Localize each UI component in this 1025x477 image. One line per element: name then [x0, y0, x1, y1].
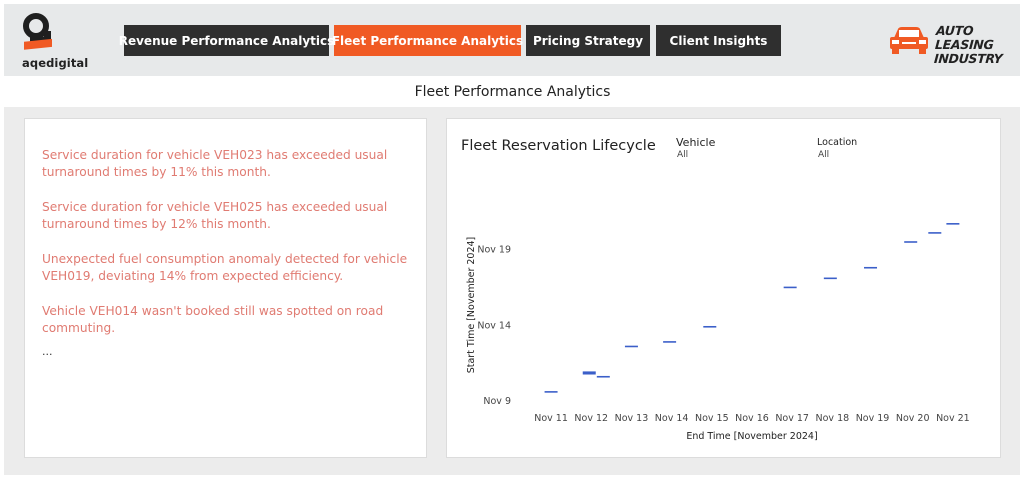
insight-item: Service duration for vehicle VEH023 has …: [42, 148, 388, 179]
x-tick-label: Nov 14: [655, 413, 689, 424]
scatter-plot: Nov 9 Nov 14 Nov 19 Nov 11 Nov 12 Nov 13 Nov …: [466, 223, 970, 442]
x-tick-label: Nov 15: [695, 413, 729, 424]
tab-pricing-strategy[interactable]: Pricing Strategy: [526, 25, 650, 56]
x-tick-label: Nov 20: [896, 413, 930, 424]
tab-revenue-performance-analytics[interactable]: Revenue Performance Analytics: [119, 25, 334, 56]
insight-item: Service duration for vehicle VEH025 has …: [42, 200, 388, 231]
top-header: aqedigital Revenue Performance Analytics…: [4, 4, 1020, 76]
x-tick-label: Nov 17: [775, 413, 809, 424]
x-tick-label: Nov 13: [615, 413, 649, 424]
logo-mark-icon: [23, 13, 52, 50]
insight-item: Unexpected fuel consumption anomaly dete…: [42, 252, 408, 283]
aqedigital-logo[interactable]: aqedigital: [22, 10, 92, 72]
x-tick-label: Nov 16: [735, 413, 769, 424]
y-tick-label: Nov 9: [483, 396, 511, 407]
page-title: Fleet Performance Analytics: [414, 84, 611, 100]
logo-text: aqedigital: [22, 56, 89, 70]
x-tick-label: Nov 18: [816, 413, 850, 424]
insight-item: Vehicle VEH014 wasn't booked still was s…: [42, 304, 384, 335]
reservation-lifecycle-chart-panel: Fleet Reservation Lifecycle Vehicle All …: [446, 118, 1001, 458]
brand-line-1: AUTO LEASING: [934, 23, 995, 52]
x-axis-label: End Time [November 2024]: [686, 431, 817, 442]
x-tick-label: Nov 21: [936, 413, 970, 424]
y-axis-label: Start Time [November 2024]: [466, 237, 477, 374]
x-tick-label: Nov 12: [574, 413, 608, 424]
brand-text: AUTO LEASING INDUSTRY: [933, 23, 1016, 66]
tab-fleet-performance-analytics[interactable]: Fleet Performance Analytics: [332, 25, 523, 56]
y-tick-label: Nov 19: [477, 245, 511, 256]
x-tick-label: Nov 11: [534, 413, 568, 424]
insight-ellipsis: ...: [42, 345, 53, 358]
x-tick-label: Nov 19: [856, 413, 890, 424]
insights-panel: Service duration for vehicle VEH023 has …: [24, 118, 427, 458]
y-tick-label: Nov 14: [477, 320, 511, 331]
car-icon: [890, 27, 928, 54]
brand-line-2: INDUSTRY: [933, 51, 1003, 66]
tab-client-insights[interactable]: Client Insights: [656, 25, 781, 56]
auto-leasing-brand: AUTO LEASING INDUSTRY: [888, 22, 1014, 66]
